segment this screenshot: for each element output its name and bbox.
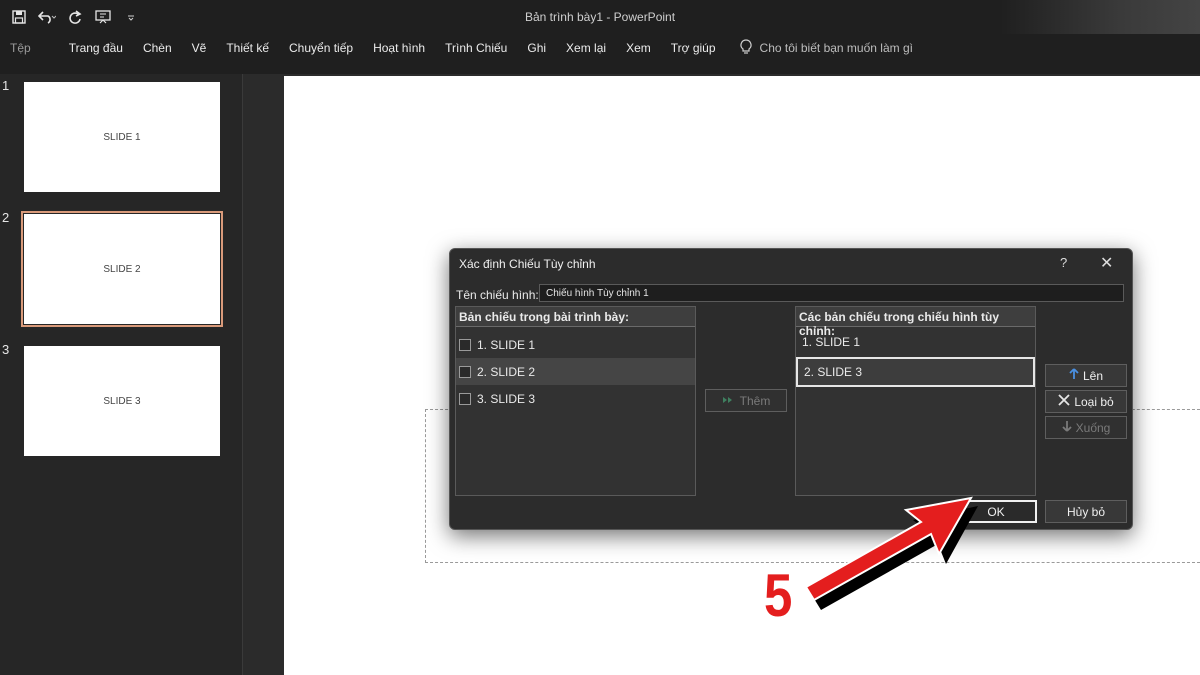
tab-animations[interactable]: Hoạt hình	[363, 41, 435, 55]
add-button[interactable]: Thêm	[705, 389, 787, 412]
tab-home[interactable]: Trang đầu	[59, 41, 133, 55]
list-item[interactable]: 1. SLIDE 1	[456, 331, 695, 358]
slide-number: 1	[2, 78, 10, 93]
custom-show-slides-list[interactable]: Các bản chiếu trong chiếu hình tùy chỉnh…	[795, 306, 1036, 496]
slide-number: 3	[2, 342, 10, 357]
checkbox[interactable]	[459, 338, 471, 351]
add-button-label: Thêm	[739, 393, 771, 408]
list-item[interactable]: 3. SLIDE 3	[456, 385, 695, 412]
slide-thumbnail-3[interactable]: SLIDE 3	[24, 346, 220, 456]
dialog-title: Xác định Chiếu Tùy chỉnh	[459, 257, 596, 271]
presentation-slides-list[interactable]: Bản chiếu trong bài trình bày: 1. SLIDE …	[455, 306, 696, 496]
arrow-up-icon	[1069, 368, 1079, 383]
list-item-label: 2. SLIDE 3	[804, 365, 863, 379]
list-item-selected[interactable]: 2. SLIDE 3	[796, 357, 1035, 387]
tab-view[interactable]: Xem	[616, 41, 661, 55]
lightbulb-icon	[739, 38, 752, 58]
list-item-label: 1. SLIDE 1	[477, 337, 536, 352]
add-arrow-icon	[722, 394, 736, 408]
cancel-button[interactable]: Hủy bỏ	[1045, 500, 1127, 523]
help-button[interactable]: ?	[1060, 255, 1067, 270]
title-bar: Bản trình bày1 - PowerPoint	[0, 0, 1200, 34]
show-name-input[interactable]	[539, 284, 1124, 302]
list-item-label: 3. SLIDE 3	[477, 391, 536, 406]
slide-thumbnail-1[interactable]: SLIDE 1	[24, 82, 220, 192]
slide-thumbnails-pane: 1 SLIDE 1 2 SLIDE 2 3 SLIDE 3	[0, 74, 243, 675]
tell-me-box[interactable]: Cho tôi biết bạn muốn làm gì	[739, 38, 913, 58]
list-item[interactable]: 2. SLIDE 2	[456, 358, 695, 385]
slide-thumbnail-text: SLIDE 2	[103, 263, 141, 275]
tab-draw[interactable]: Vẽ	[182, 41, 217, 55]
tab-design[interactable]: Thiết kế	[216, 41, 279, 55]
checkbox[interactable]	[459, 392, 471, 405]
list-header: Các bản chiếu trong chiếu hình tùy chỉnh…	[796, 307, 1035, 338]
slide-thumbnail-2[interactable]: SLIDE 2	[21, 211, 223, 327]
remove-button[interactable]: Loại bỏ	[1045, 390, 1127, 413]
checkbox[interactable]	[459, 365, 471, 378]
tell-me-text: Cho tôi biết bạn muốn làm gì	[759, 41, 913, 55]
slide-thumbnail-text: SLIDE 3	[103, 395, 141, 407]
remove-x-icon	[1058, 394, 1070, 409]
tab-help[interactable]: Trợ giúp	[661, 41, 726, 55]
step-number-annotation: 5	[764, 562, 793, 629]
list-item-label: 2. SLIDE 2	[477, 364, 536, 379]
tab-file[interactable]: Tệp	[0, 41, 41, 55]
tab-review[interactable]: Xem lại	[556, 41, 616, 55]
arrow-down-icon	[1062, 420, 1072, 435]
list-item-label: 1. SLIDE 1	[802, 335, 861, 349]
slide-thumbnail-text: SLIDE 1	[103, 131, 141, 143]
remove-label: Loại bỏ	[1074, 394, 1114, 409]
annotation-arrow-icon	[804, 496, 978, 610]
move-down-label: Xuống	[1075, 420, 1111, 435]
move-up-button[interactable]: Lên	[1045, 364, 1127, 387]
move-down-button[interactable]: Xuống	[1045, 416, 1127, 439]
move-up-label: Lên	[1082, 368, 1104, 383]
ribbon-spacer	[0, 62, 1200, 74]
list-header: Bản chiếu trong bài trình bày:	[456, 307, 695, 327]
tab-insert[interactable]: Chèn	[133, 41, 182, 55]
show-name-label: Tên chiếu hình:	[456, 288, 539, 302]
custom-show-dialog: Xác định Chiếu Tùy chỉnh ? ✕ Tên chiếu h…	[449, 248, 1133, 530]
tab-slideshow[interactable]: Trình Chiếu	[435, 41, 517, 55]
tab-record[interactable]: Ghi	[517, 41, 556, 55]
slide-number: 2	[2, 210, 10, 225]
title-bar-decoration	[1000, 0, 1200, 34]
ribbon-tabs: Tệp Trang đầu Chèn Vẽ Thiết kế Chuyển ti…	[0, 34, 1200, 62]
close-button[interactable]: ✕	[1100, 253, 1113, 273]
tab-transitions[interactable]: Chuyển tiếp	[279, 41, 363, 55]
